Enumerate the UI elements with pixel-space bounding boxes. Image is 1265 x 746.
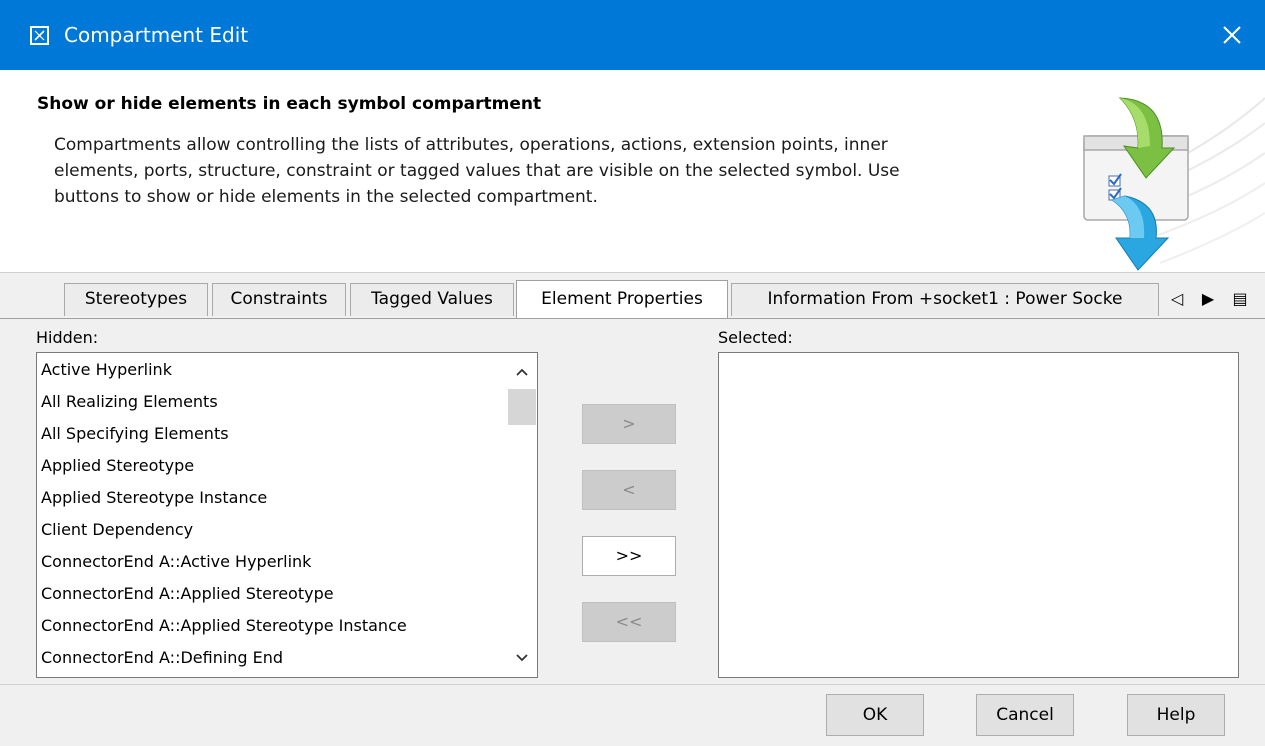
- list-item[interactable]: Active Hyperlink: [41, 355, 172, 385]
- list-item[interactable]: ConnectorEnd A::Active Hyperlink: [41, 547, 311, 577]
- tab-stereotypes[interactable]: Stereotypes: [64, 283, 208, 316]
- cancel-button[interactable]: Cancel: [976, 694, 1074, 736]
- scroll-up-button[interactable]: [506, 357, 537, 387]
- add-all-button[interactable]: >>: [582, 536, 676, 576]
- tab-element-properties[interactable]: Element Properties: [516, 280, 728, 318]
- remove-selected-button[interactable]: <: [582, 470, 676, 510]
- selected-list[interactable]: [718, 352, 1239, 678]
- selected-label: Selected:: [718, 328, 793, 347]
- help-button[interactable]: Help: [1127, 694, 1225, 736]
- header-description-line: buttons to show or hide elements in the …: [54, 187, 598, 207]
- tab-scroll-left-icon[interactable]: ◁: [1166, 286, 1188, 312]
- hidden-list[interactable]: Active Hyperlink All Realizing Elements …: [36, 352, 538, 678]
- add-selected-button[interactable]: >: [582, 404, 676, 444]
- list-item[interactable]: All Realizing Elements: [41, 387, 218, 417]
- list-item[interactable]: Applied Stereotype: [41, 451, 194, 481]
- list-item[interactable]: Applied Stereotype Instance: [41, 483, 267, 513]
- list-item[interactable]: ConnectorEnd A::Defining End: [41, 643, 283, 673]
- header-description-line: Compartments allow controlling the lists…: [54, 135, 888, 155]
- tab-information-from-socket1[interactable]: Information From +socket1 : Power Socke: [731, 283, 1159, 316]
- hidden-list-scrollbar[interactable]: [506, 353, 537, 677]
- scroll-down-button[interactable]: [506, 643, 537, 673]
- tab-scroll-right-icon[interactable]: ▶: [1197, 286, 1219, 312]
- header-description-line: elements, ports, structure, constraint o…: [54, 161, 900, 181]
- scroll-thumb[interactable]: [508, 389, 536, 425]
- close-icon: [1223, 26, 1241, 44]
- dialog-header: Show or hide elements in each symbol com…: [0, 70, 1265, 273]
- list-item[interactable]: ConnectorEnd A::Applied Stereotype Insta…: [41, 611, 407, 641]
- ok-button[interactable]: OK: [826, 694, 924, 736]
- dialog-app-icon: [30, 26, 49, 45]
- compartment-tab-strip: Stereotypes Constraints Tagged Values El…: [0, 272, 1265, 319]
- hidden-label: Hidden:: [36, 328, 99, 347]
- close-button[interactable]: [1199, 0, 1265, 70]
- chevron-down-icon: [515, 654, 528, 662]
- list-item[interactable]: ConnectorEnd A::Applied Stereotype: [41, 579, 334, 609]
- chevron-up-icon: [515, 368, 528, 376]
- list-item[interactable]: Client Dependency: [41, 515, 193, 545]
- remove-all-button[interactable]: <<: [582, 602, 676, 642]
- list-item[interactable]: All Specifying Elements: [41, 419, 229, 449]
- compartment-illustration-icon: [1050, 78, 1265, 272]
- compartment-edit-dialog: Compartment Edit Show or hide elements i…: [0, 0, 1265, 746]
- header-title: Show or hide elements in each symbol com…: [37, 94, 542, 114]
- title-bar[interactable]: Compartment Edit: [0, 0, 1265, 70]
- tab-constraints[interactable]: Constraints: [212, 283, 346, 316]
- tab-list-menu-icon[interactable]: ▤: [1228, 286, 1252, 312]
- window-title: Compartment Edit: [64, 23, 249, 47]
- tab-tagged-values[interactable]: Tagged Values: [350, 283, 514, 316]
- header-description: Compartments allow controlling the lists…: [54, 132, 1034, 210]
- footer-divider: [0, 684, 1265, 685]
